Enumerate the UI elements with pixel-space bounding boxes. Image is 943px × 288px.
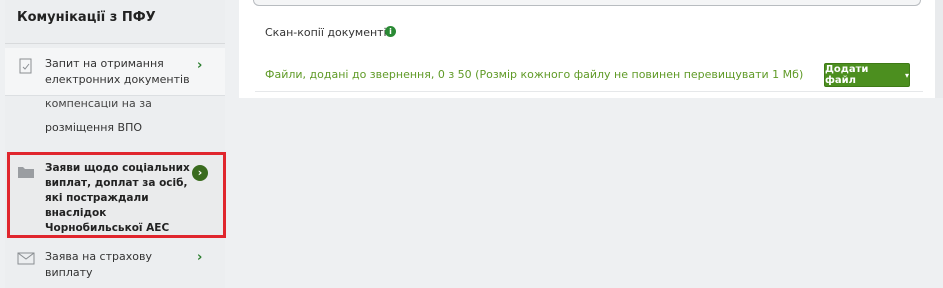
add-file-button-label: Додати файл: [825, 64, 869, 86]
files-counter-text: Файли, додані до звернення, 0 з 50 (Розм…: [265, 68, 804, 81]
sidebar-item-electronic-documents-request[interactable]: Запит на отримання електронних документі…: [5, 48, 225, 96]
add-file-button[interactable]: Додати файл ▾: [824, 63, 910, 87]
sidebar-item-label: розміщення ВПО: [45, 121, 143, 134]
divider: [255, 91, 923, 92]
sidebar-item-vpo[interactable]: компенсацій на за розміщення ВПО: [5, 100, 225, 146]
sidebar-item-label-partial: компенсацій на за: [45, 100, 152, 108]
caret-down-icon: ▾: [904, 70, 909, 80]
envelope-icon: [17, 250, 35, 265]
scroll-strip: [935, 0, 943, 98]
info-icon[interactable]: i: [385, 26, 396, 37]
highlight-box: [7, 152, 226, 238]
document-check-icon: [17, 58, 35, 74]
scan-copies-label: Скан-копії документів: [265, 26, 394, 39]
sidebar-item-label: Запит на отримання електронних документі…: [45, 57, 190, 86]
text-field[interactable]: [253, 0, 921, 6]
sidebar-item-insurance-claim[interactable]: Заява на страхову виплату ›: [5, 240, 225, 280]
documents-card: Скан-копії документів i Файли, додані до…: [239, 0, 935, 98]
sidebar: Комунікації з ПФУ Запит на отримання еле…: [5, 0, 225, 288]
chevron-right-icon: ›: [197, 250, 203, 265]
chevron-right-icon: ›: [197, 58, 203, 73]
sidebar-item-label: Заява на страхову виплату: [45, 250, 152, 279]
sidebar-title: Комунікації з ПФУ: [5, 0, 225, 44]
